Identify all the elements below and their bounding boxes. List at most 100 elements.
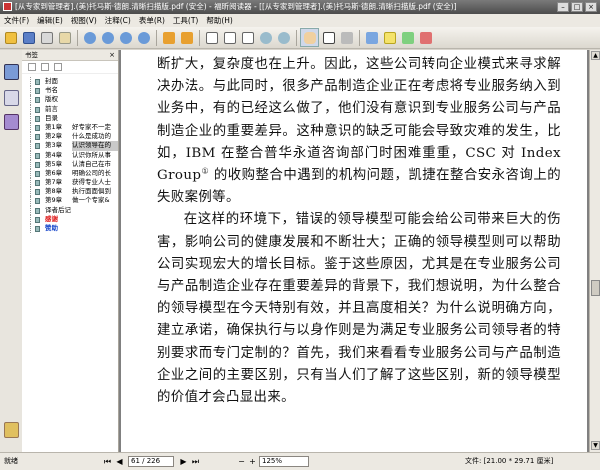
prev-page-icon[interactable]: ◀ (114, 456, 125, 467)
save-icon[interactable] (20, 29, 37, 46)
first-page-icon[interactable] (81, 29, 98, 46)
pencil-icon[interactable] (417, 29, 434, 46)
window-controls: – □ × (557, 2, 597, 12)
zoom-in-icon[interactable]: + (247, 456, 258, 467)
scroll-up-icon[interactable]: ▲ (591, 51, 600, 60)
bookmark-label: 译者后记 (45, 205, 71, 214)
maximize-button[interactable]: □ (571, 2, 583, 12)
bookmark-icon (35, 189, 40, 196)
hand-icon[interactable] (300, 28, 319, 47)
open-icon[interactable] (2, 29, 19, 46)
bookmark-item[interactable]: 第9章 做一个专家& (22, 196, 118, 206)
bookmark-label: 赞助 (45, 224, 58, 232)
menu-view[interactable]: 视图(V) (67, 14, 101, 27)
next-page-icon[interactable]: ▶ (178, 456, 189, 467)
prev-page-icon[interactable] (99, 29, 116, 46)
bookmark-item-selected[interactable]: 第3章 认识领导在的 (22, 141, 118, 151)
status-bar: 就绪 ⏮ ◀ 61 / 226 ▶ ⏭ − + 125% 文件: [21.00 … (0, 452, 600, 470)
zoom-in-icon[interactable] (257, 29, 274, 46)
toolbar-divider (77, 29, 78, 46)
bookmark-title: 认识你所从事 (72, 150, 111, 159)
bookmark-item[interactable]: 目录 (22, 113, 118, 123)
bookmark-icon (35, 180, 40, 187)
menu-help[interactable]: 帮助(H) (202, 14, 237, 27)
layers-panel-icon[interactable] (4, 114, 19, 130)
bookmark-item[interactable]: 第5章 认清自己在市 (22, 159, 118, 169)
new-bookmark-icon[interactable] (54, 63, 62, 71)
bookmark-item[interactable]: 版权 (22, 95, 118, 105)
last-page-icon[interactable]: ⏭ (190, 456, 201, 467)
bookmarks-panel-icon[interactable] (4, 64, 19, 80)
bookmark-item[interactable]: 第8章 执行面面俱到 (22, 187, 118, 197)
bookmark-item[interactable]: 书名 (22, 86, 118, 96)
bookmark-item[interactable]: 译者后记 (22, 205, 118, 215)
highlight-icon[interactable] (399, 29, 416, 46)
pages-panel-icon[interactable] (4, 90, 19, 106)
bookmark-icon (35, 216, 40, 223)
bookmark-item[interactable]: 第1章 好专家不一定 (22, 122, 118, 133)
scroll-thumb[interactable] (591, 280, 600, 296)
expand-icon[interactable] (28, 63, 36, 71)
bookmark-item[interactable]: 前言 (22, 104, 118, 114)
paragraph-text: 的收购整合中遇到的机构问题，凯捷在整合安永咨询上的失败案例等。 (157, 168, 562, 206)
panel-strip (0, 50, 23, 452)
paragraph: 断扩大，复杂度也在上升。因此，这些公司转向企业模式来寻求解决办法。与此同时，很多… (157, 54, 561, 209)
paragraph-text: 断扩大，复杂度也在上升。因此，这些公司转向企业模式来寻求解决办法。与此同时，很多… (157, 57, 561, 184)
bookmark-item[interactable]: 感谢 (22, 214, 118, 224)
bookmark-label: 第8章 (45, 187, 63, 196)
bookmark-title: 做一个专家& (72, 196, 110, 205)
rotate-icon[interactable] (239, 29, 256, 46)
minimize-button[interactable]: – (557, 2, 569, 12)
first-page-icon[interactable]: ⏮ (102, 456, 113, 467)
paragraph: 在这样的环境下，错误的领导模型可能会给公司带来巨大的伤害，影响公司的健康发展和不… (157, 212, 561, 406)
note-icon[interactable] (381, 29, 398, 46)
page-number-input[interactable]: 61 / 226 (128, 456, 174, 467)
print-icon[interactable] (38, 29, 55, 46)
bookmark-label: 目录 (45, 113, 58, 122)
typewriter-icon[interactable] (363, 29, 380, 46)
bookmark-item[interactable]: 第2章 什么是成功的 (22, 132, 118, 142)
bookmark-item[interactable]: 第7章 获得专业人士 (22, 178, 118, 188)
bookmark-icon (35, 198, 40, 205)
delete-bookmark-icon[interactable] (41, 63, 49, 71)
pdf-page: 断扩大，复杂度也在上升。因此，这些公司转向企业模式来寻求解决办法。与此同时，很多… (121, 50, 587, 452)
bookmark-title: 获得专业人士 (72, 178, 111, 187)
bookmark-item[interactable]: 封面 (22, 77, 118, 87)
scroll-down-icon[interactable]: ▼ (591, 441, 600, 450)
bookmark-item[interactable]: 赞助 (22, 224, 118, 234)
vertical-scrollbar[interactable]: ▲ ▼ (589, 50, 600, 452)
snapshot-icon[interactable] (338, 29, 355, 46)
close-button[interactable]: × (585, 2, 597, 12)
next-page-icon[interactable] (117, 29, 134, 46)
bookmark-item[interactable]: 第6章 明确公司的长 (22, 168, 118, 179)
zoom-out-icon[interactable]: − (236, 456, 247, 467)
menu-comment[interactable]: 注释(C) (101, 14, 135, 27)
bookmark-label: 第5章 (45, 159, 63, 168)
bookmark-label: 第9章 (45, 196, 63, 205)
menu-file[interactable]: 文件(F) (0, 14, 33, 27)
bookmark-label: 第1章 (45, 122, 63, 131)
bookmark-icon (35, 79, 40, 85)
bookmark-item[interactable]: 第4章 认识你所从事 (22, 150, 118, 160)
menu-edit[interactable]: 编辑(E) (33, 14, 67, 27)
bookmark-label: 第6章 (45, 168, 63, 177)
close-icon[interactable]: × (109, 50, 115, 60)
fit-width-icon[interactable] (221, 29, 238, 46)
toolbar-divider (359, 29, 360, 46)
bookmark-label: 第4章 (45, 150, 63, 159)
main-toolbar (0, 27, 600, 49)
fit-page-icon[interactable] (203, 29, 220, 46)
last-page-icon[interactable] (135, 29, 152, 46)
attachments-panel-icon[interactable] (4, 422, 19, 438)
forward-icon[interactable] (178, 29, 195, 46)
menu-tools[interactable]: 工具(T) (169, 14, 202, 27)
document-view[interactable]: 断扩大，复杂度也在上升。因此，这些公司转向企业模式来寻求解决办法。与此同时，很多… (119, 50, 589, 452)
back-icon[interactable] (160, 29, 177, 46)
zoom-input[interactable]: 125% (259, 456, 309, 467)
bookmark-title: 好专家不一定 (72, 122, 111, 131)
zoom-out-icon[interactable] (275, 29, 292, 46)
bookmark-icon (35, 170, 40, 177)
menu-form[interactable]: 表单(R) (135, 14, 169, 27)
email-icon[interactable] (56, 29, 73, 46)
select-text-icon[interactable] (320, 29, 337, 46)
